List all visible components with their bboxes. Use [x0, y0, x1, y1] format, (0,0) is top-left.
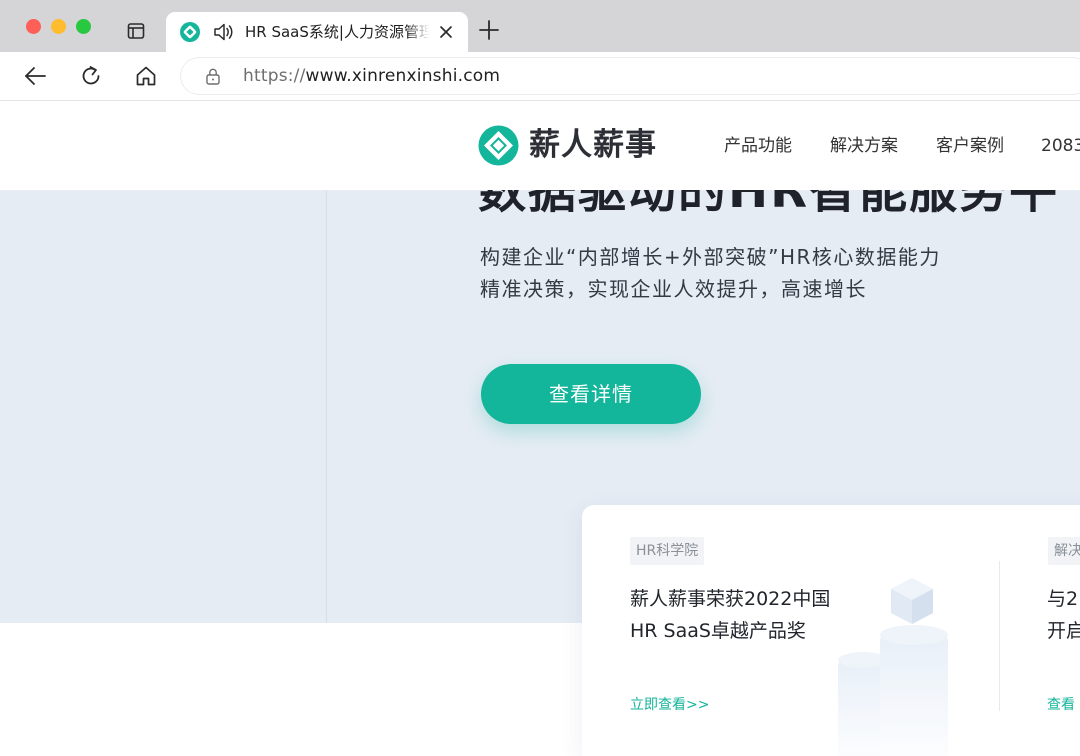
web-page: 数据驱动的HR智能服务平 薪人薪事 产品功能 解决方案 客户案例 2083 构建… — [0, 101, 1080, 756]
audio-icon[interactable] — [212, 21, 234, 43]
hero-subtitle-line1: 构建企业“内部增长+外部突破”HR核心数据能力 — [480, 245, 941, 269]
address-bar[interactable]: https://www.xinrenxinshi.com — [181, 58, 1080, 94]
maximize-window-button[interactable] — [76, 19, 91, 34]
site-header: 薪人薪事 产品功能 解决方案 客户案例 2083 — [0, 101, 1080, 190]
news-title-line1[interactable]: 与2 — [1047, 583, 1078, 615]
nav-item-cases[interactable]: 客户案例 — [936, 134, 1004, 158]
sidebar-toggle-icon[interactable] — [127, 22, 145, 40]
minimize-window-button[interactable] — [51, 19, 66, 34]
nav-item-solutions[interactable]: 解决方案 — [830, 134, 898, 158]
tab-title: HR SaaS系统|人力资源管理系统 — [245, 23, 429, 41]
close-icon[interactable] — [437, 23, 455, 41]
url-host: www.xinrenxinshi.com — [305, 66, 501, 86]
cube-illustration-icon — [838, 578, 948, 756]
url-text[interactable]: https://www.xinrenxinshi.com — [243, 65, 500, 87]
plus-icon[interactable] — [479, 20, 499, 40]
read-more-link[interactable]: 查看 — [1047, 695, 1075, 715]
news-title-line2[interactable]: 开启 — [1047, 615, 1080, 647]
lock-icon[interactable] — [205, 67, 221, 85]
brand-logo-icon[interactable] — [477, 124, 520, 167]
nav-item-phone[interactable]: 2083 — [1041, 134, 1080, 158]
browser-toolbar: https://www.xinrenxinshi.com — [0, 52, 1080, 101]
news-tag[interactable]: 解决 — [1048, 537, 1080, 565]
view-details-button[interactable]: 查看详情 — [481, 364, 701, 424]
tab-active[interactable]: HR SaaS系统|人力资源管理系统 — [166, 12, 468, 52]
nav-item-products[interactable]: 产品功能 — [724, 134, 792, 158]
browser-tab-bar: HR SaaS系统|人力资源管理系统 — [0, 0, 1080, 52]
news-title-line2[interactable]: HR SaaS卓越产品奖 — [630, 615, 806, 647]
home-icon[interactable] — [134, 64, 158, 88]
news-card: HR科学院 薪人薪事荣获2022中国 HR SaaS卓越产品奖 立即查看>> 解… — [582, 505, 1080, 756]
hero-divider — [326, 190, 327, 623]
reload-icon[interactable] — [79, 64, 103, 88]
url-scheme: https:// — [243, 66, 306, 86]
brand-name[interactable]: 薪人薪事 — [529, 125, 657, 165]
news-divider — [999, 561, 1000, 711]
news-title-line1[interactable]: 薪人薪事荣获2022中国 — [630, 583, 830, 615]
read-more-link[interactable]: 立即查看>> — [630, 695, 709, 715]
hero-subtitle-line2: 精准决策，实现企业人效提升，高速增长 — [480, 277, 867, 301]
news-tag[interactable]: HR科学院 — [630, 537, 705, 565]
back-arrow-icon[interactable] — [23, 64, 47, 88]
favicon-icon — [180, 22, 200, 42]
close-window-button[interactable] — [26, 19, 41, 34]
